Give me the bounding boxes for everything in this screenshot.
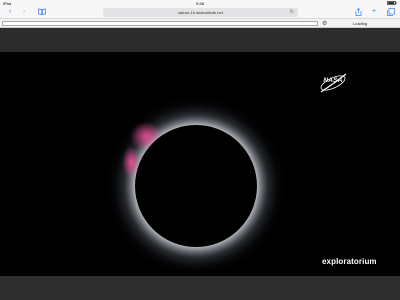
reload-icon[interactable]: ↻ [290,8,294,17]
exploratorium-logo-text: exploratorium [322,257,377,266]
nasa-logo-text: NASA [323,77,343,84]
tabs-icon[interactable] [386,8,396,16]
video-player[interactable]: NASA exploratorium [0,52,400,276]
nasa-logo: NASA [317,70,349,96]
browser-toolbar: ‹ › saturn-1h.skoinstitute.net ↻ + [0,6,400,18]
loading-row: ⚙ Loading [0,18,400,28]
gear-icon[interactable]: ⚙ [322,20,327,27]
exploratorium-logo: exploratorium [322,250,392,274]
plus-icon[interactable]: + [370,8,378,16]
loading-label: Loading [353,21,368,26]
share-icon[interactable] [354,8,362,16]
video-top-band [0,28,400,52]
clock: 9:38 [196,0,204,6]
url-text: saturn-1h.skoinstitute.net [178,9,223,15]
chevron-right-icon[interactable]: › [20,8,28,16]
video-bottom-band [0,276,400,300]
progress-bar [2,21,318,26]
battery-icon [387,0,397,6]
book-icon[interactable] [37,8,47,16]
address-bar[interactable]: saturn-1h.skoinstitute.net ↻ [103,7,298,17]
chevron-left-icon[interactable]: ‹ [6,8,14,16]
